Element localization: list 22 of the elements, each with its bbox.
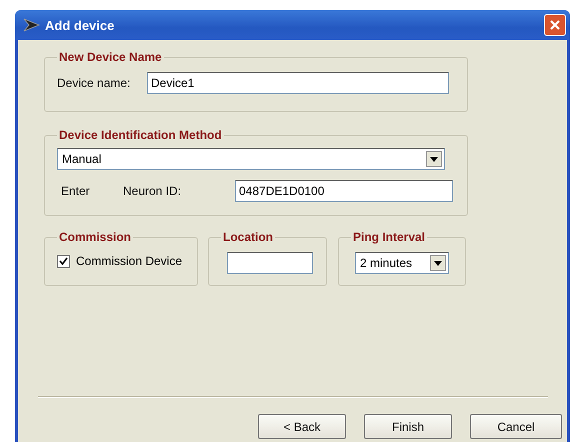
- window-title: Add device: [45, 18, 116, 32]
- location-field[interactable]: [227, 252, 313, 274]
- group-title: New Device Name: [58, 50, 163, 64]
- close-icon: [549, 19, 561, 31]
- method-dropdown[interactable]: Manual: [57, 148, 445, 170]
- field-label: Enter: [60, 184, 91, 198]
- device-name-field[interactable]: Device1: [147, 72, 449, 94]
- cancel-button[interactable]: Cancel: [470, 414, 562, 439]
- neuron-id-field[interactable]: 0487DE1D0100: [235, 180, 453, 202]
- field-label: Neuron ID:: [123, 184, 182, 198]
- ping-interval-dropdown[interactable]: 2 minutes: [355, 252, 449, 274]
- group-title: Commission: [58, 230, 132, 244]
- group-title: Ping Interval: [352, 230, 426, 244]
- group-title: Location: [222, 230, 274, 244]
- check-icon: [59, 256, 68, 266]
- close-button[interactable]: [544, 14, 566, 36]
- group-title: Device Identification Method: [58, 128, 223, 142]
- commission-checkbox[interactable]: Commission Device: [57, 254, 187, 268]
- field-label: Device name:: [57, 76, 132, 90]
- back-button[interactable]: < Back: [258, 414, 346, 439]
- finish-button[interactable]: Finish: [364, 414, 452, 439]
- arrow-icon: [23, 18, 41, 32]
